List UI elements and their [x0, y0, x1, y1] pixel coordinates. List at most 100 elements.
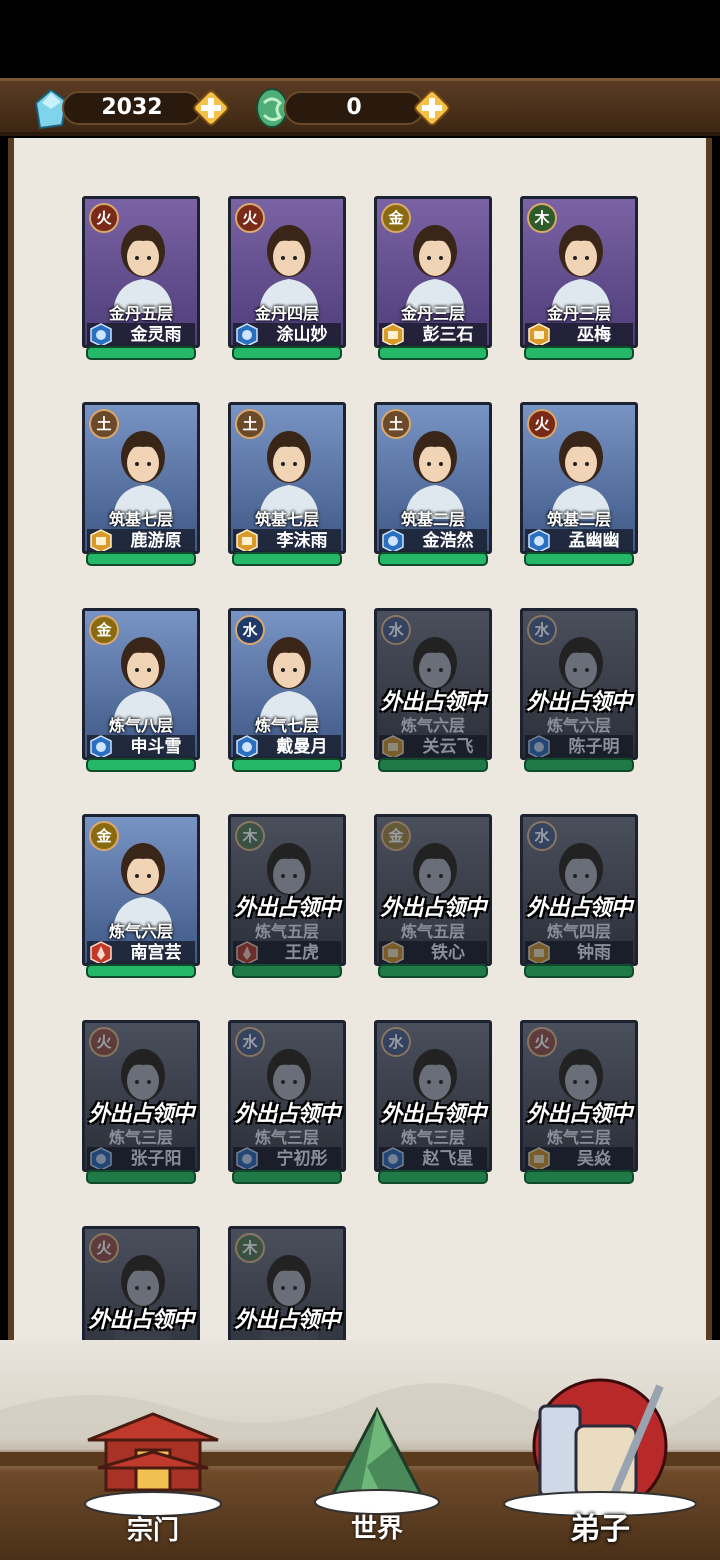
- name-bar: 孟幽幽: [525, 529, 633, 551]
- card-frame: 火金丹五层 金灵雨: [82, 196, 200, 348]
- earth-faction-icon: [381, 735, 405, 757]
- earth-faction-icon: [527, 1147, 551, 1169]
- world-mountain-icon: [314, 1406, 440, 1515]
- name-bar: 关云飞: [379, 735, 487, 757]
- element-badge: 木: [235, 1233, 265, 1263]
- disciple-card[interactable]: 水炼气六层 关云飞 外出占领中: [374, 608, 492, 772]
- cultivation-realm: 金丹三层: [400, 304, 465, 323]
- nav-sect-button[interactable]: 宗门: [78, 1408, 228, 1548]
- fire-faction-icon: [89, 941, 113, 963]
- disciple-card[interactable]: 土筑基七层 李沫雨: [228, 402, 346, 566]
- name-bar: 巫梅: [525, 323, 633, 345]
- status-bar: [86, 346, 196, 360]
- disciple-card[interactable]: 火筑基二层 孟幽幽: [520, 402, 638, 566]
- status-bar: [378, 346, 488, 360]
- disciple-card[interactable]: 火外出占领中: [82, 1226, 200, 1340]
- element-badge: 水: [527, 821, 557, 851]
- nav-disciples-label: 弟子: [570, 1512, 630, 1547]
- disciple-card[interactable]: 火金丹四层 涂山妙: [228, 196, 346, 360]
- water-faction-icon: [381, 1147, 405, 1169]
- disciple-name: 陈子明: [568, 737, 620, 757]
- disciple-name: 钟雨: [577, 943, 611, 963]
- disciple-card[interactable]: 水炼气三层 宁初彤 外出占领中: [228, 1020, 346, 1184]
- name-bar: 赵飞星: [379, 1147, 487, 1169]
- disciple-name: 赵飞星: [422, 1149, 474, 1169]
- status-bar: [378, 964, 488, 978]
- status-bar: [232, 758, 342, 772]
- disciple-name: 申斗雪: [130, 737, 182, 757]
- disciple-card[interactable]: 火炼气三层 张子阳 外出占领中: [82, 1020, 200, 1184]
- disciple-card[interactable]: 火金丹五层 金灵雨: [82, 196, 200, 360]
- cultivation-realm: 筑基七层: [254, 510, 319, 529]
- status-bar: [232, 552, 342, 566]
- nav-world-button[interactable]: 世界: [312, 1406, 442, 1546]
- status-bar: [378, 1170, 488, 1184]
- water-faction-icon: [527, 529, 551, 551]
- disciple-card[interactable]: 水炼气四层 钟雨 外出占领中: [520, 814, 638, 978]
- disciple-name: 鹿游原: [130, 531, 182, 551]
- name-bar: 南宫芸: [87, 941, 195, 963]
- disciple-card[interactable]: 金金丹三层 彭三石: [374, 196, 492, 360]
- disciple-name: 南宫芸: [130, 943, 182, 963]
- name-bar: 王虎: [233, 941, 341, 963]
- disciple-name: 张子阳: [130, 1149, 182, 1169]
- water-faction-icon: [89, 735, 113, 757]
- water-faction-icon: [235, 1147, 259, 1169]
- disciple-card[interactable]: 水炼气七层 戴曼月: [228, 608, 346, 772]
- card-frame: 火金丹四层 涂山妙: [228, 196, 346, 348]
- cultivation-realm: 炼气六层: [108, 922, 173, 941]
- element-badge: 水: [381, 1027, 411, 1057]
- status-bar: [524, 758, 634, 772]
- element-badge: 金: [89, 821, 119, 851]
- occupied-overlay-label: 外出占领中: [380, 1102, 486, 1127]
- earth-faction-icon: [89, 529, 113, 551]
- name-bar: 铁心: [379, 941, 487, 963]
- disciple-card[interactable]: 金炼气八层 申斗雪: [82, 608, 200, 772]
- sect-building-icon: [84, 1412, 222, 1517]
- status-bar: [232, 346, 342, 360]
- disciple-card[interactable]: 金炼气五层 铁心 外出占领中: [374, 814, 492, 978]
- element-badge: 火: [527, 409, 557, 439]
- occupied-overlay-label: 外出占领中: [234, 1308, 340, 1333]
- element-badge: 火: [89, 1027, 119, 1057]
- card-frame: 金金丹三层 彭三石: [374, 196, 492, 348]
- disciple-card[interactable]: 水炼气六层 陈子明 外出占领中: [520, 608, 638, 772]
- element-badge: 水: [381, 615, 411, 645]
- occupied-overlay-label: 外出占领中: [526, 690, 632, 715]
- element-badge: 火: [89, 1233, 119, 1263]
- disciple-card[interactable]: 土筑基七层鹿游原: [82, 402, 200, 566]
- disciple-name: 巫梅: [577, 325, 611, 345]
- disciple-card[interactable]: 木炼气五层 王虎 外出占领中: [228, 814, 346, 978]
- cultivation-realm: 筑基七层: [108, 510, 173, 529]
- disciple-card[interactable]: 火炼气三层 吴焱 外出占领中: [520, 1020, 638, 1184]
- nav-disciples-button[interactable]: 弟子: [500, 1376, 700, 1547]
- status-bar: [524, 964, 634, 978]
- status-bar: [86, 964, 196, 978]
- element-badge: 火: [235, 203, 265, 233]
- disciple-card[interactable]: 金炼气六层南宫芸: [82, 814, 200, 978]
- disciple-card[interactable]: 土筑基二层 金浩然: [374, 402, 492, 566]
- occupied-overlay-label: 外出占领中: [526, 1102, 632, 1127]
- disciple-name: 金浩然: [422, 531, 474, 551]
- fire-faction-icon: [235, 941, 259, 963]
- cultivation-realm: 金丹三层: [546, 304, 611, 323]
- name-bar: 陈子明: [525, 735, 633, 757]
- disciple-card[interactable]: 木金丹三层 巫梅: [520, 196, 638, 360]
- name-bar: 钟雨: [525, 941, 633, 963]
- water-faction-icon: [89, 323, 113, 345]
- occupied-overlay-label: 外出占领中: [526, 896, 632, 921]
- name-bar: 戴曼月: [233, 735, 341, 757]
- disciple-name: 关云飞: [422, 737, 474, 757]
- name-bar: 申斗雪: [87, 735, 195, 757]
- status-bar: [86, 1170, 196, 1184]
- name-bar: 宁初彤: [233, 1147, 341, 1169]
- element-badge: 土: [235, 409, 265, 439]
- card-frame: 土筑基七层 李沫雨: [228, 402, 346, 554]
- element-badge: 火: [89, 203, 119, 233]
- disciple-name: 王虎: [285, 943, 319, 963]
- cultivation-realm: 炼气八层: [108, 716, 173, 735]
- card-frame: 金炼气六层南宫芸: [82, 814, 200, 966]
- disciple-card[interactable]: 水炼气三层 赵飞星 外出占领中: [374, 1020, 492, 1184]
- element-badge: 土: [89, 409, 119, 439]
- disciple-card[interactable]: 木外出占领中: [228, 1226, 346, 1340]
